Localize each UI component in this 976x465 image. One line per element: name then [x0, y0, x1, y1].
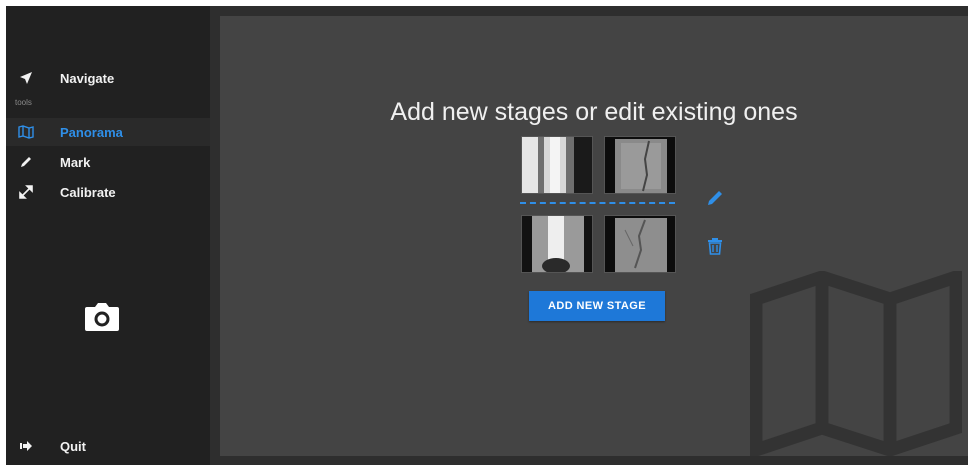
main-panel: Add new stages or edit existing ones ADD…	[220, 16, 968, 456]
sidebar-item-label: Navigate	[60, 70, 115, 86]
navigate-arrow-icon	[18, 70, 34, 86]
resize-arrows-icon	[18, 184, 34, 200]
section-label-tools: tools	[15, 98, 32, 107]
stage-divider	[520, 202, 675, 204]
sidebar: Navigate tools Panorama Mark Calibrate Q…	[6, 6, 210, 465]
sidebar-item-panorama[interactable]: Panorama	[6, 118, 210, 146]
page-title: Add new stages or edit existing ones	[390, 98, 798, 126]
exit-icon	[18, 438, 34, 454]
map-icon	[750, 271, 962, 456]
sidebar-item-mark[interactable]: Mark	[6, 148, 210, 176]
delete-stage-button[interactable]	[704, 237, 726, 259]
map-icon	[18, 124, 34, 140]
sidebar-item-calibrate[interactable]: Calibrate	[6, 178, 210, 206]
add-new-stage-button[interactable]: ADD NEW STAGE	[529, 291, 665, 321]
pencil-icon	[18, 154, 34, 170]
stage-1-thumbnail-2[interactable]	[604, 136, 676, 194]
sidebar-item-label: Panorama	[60, 124, 123, 140]
camera-icon[interactable]	[84, 302, 120, 332]
app-window: Navigate tools Panorama Mark Calibrate Q…	[6, 6, 968, 465]
pencil-icon	[706, 189, 724, 212]
stage-2-thumbnail-2[interactable]	[604, 215, 676, 273]
sidebar-item-quit[interactable]: Quit	[6, 432, 210, 460]
trash-icon	[707, 237, 723, 260]
sidebar-item-label: Mark	[60, 154, 91, 170]
stage-2-thumbnail-1[interactable]	[521, 215, 593, 273]
sidebar-item-navigate[interactable]: Navigate	[6, 64, 210, 92]
sidebar-item-label: Quit	[60, 438, 86, 454]
sidebar-item-label: Calibrate	[60, 184, 116, 200]
stage-1-thumbnail-1[interactable]	[521, 136, 593, 194]
edit-stage-button[interactable]	[704, 189, 726, 211]
